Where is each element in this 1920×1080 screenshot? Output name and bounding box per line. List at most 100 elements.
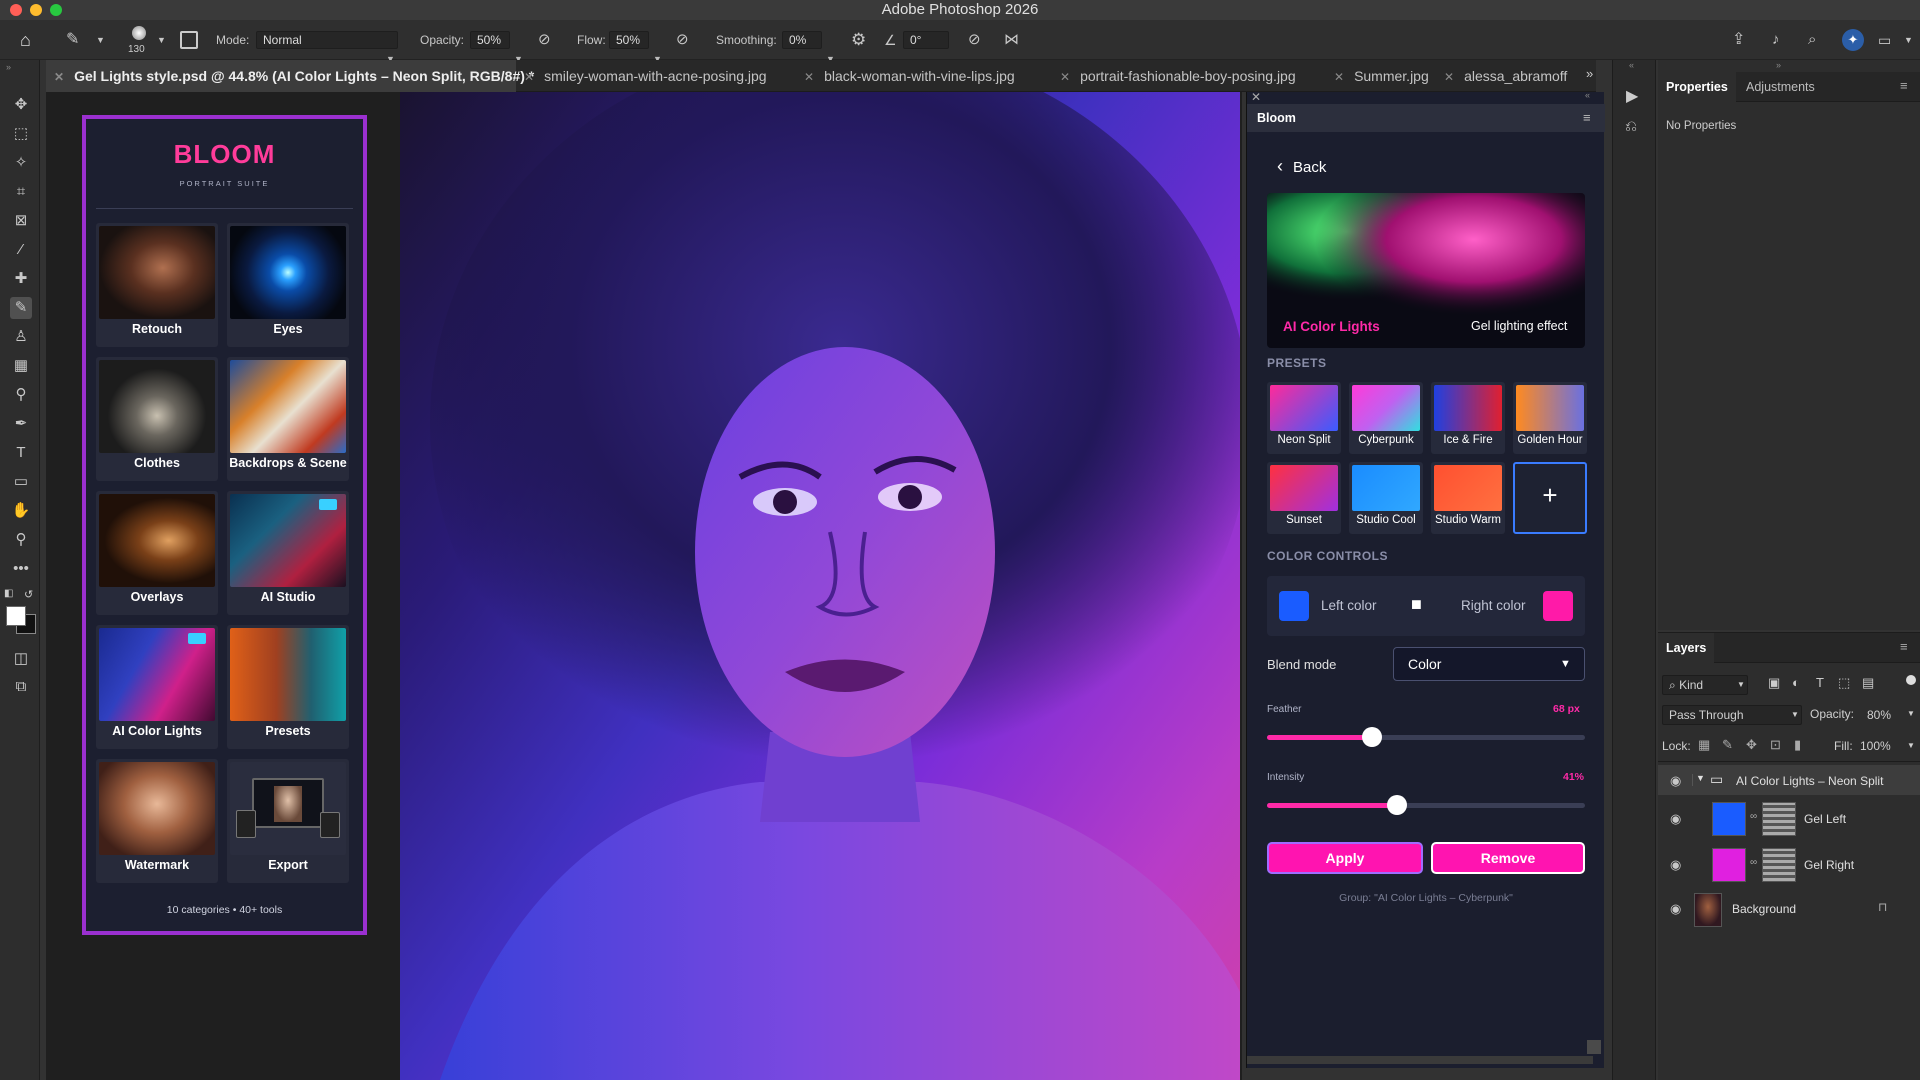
pen-tool-icon[interactable]: ✒ — [10, 413, 32, 435]
right-color-swatch[interactable] — [1543, 591, 1573, 621]
search-icon[interactable]: ⌕ — [1808, 20, 1816, 60]
smoothing-input[interactable]: 0% — [782, 31, 822, 49]
gradient-tool-icon[interactable]: ▦ — [10, 355, 32, 377]
tab-properties[interactable]: Properties — [1658, 72, 1736, 102]
canvas-image[interactable] — [400, 92, 1240, 1080]
preset-golden-hour[interactable]: Golden Hour — [1513, 382, 1587, 454]
category-card-ai-color-lights[interactable]: AI Color Lights — [96, 625, 218, 749]
opacity-input[interactable]: 50% — [470, 31, 510, 49]
pressure-size-icon[interactable]: ⊘ — [968, 20, 981, 60]
lightbulb-icon[interactable]: ✦ — [1842, 29, 1864, 51]
marquee-tool-icon[interactable]: ⬚ — [10, 123, 32, 145]
collapse-icon[interactable]: » — [6, 62, 11, 72]
feather-slider-handle[interactable] — [1362, 727, 1382, 747]
layer-filter-kind[interactable]: ⌕ Kind ▼ — [1662, 675, 1748, 695]
intensity-slider[interactable] — [1267, 795, 1585, 815]
category-card-overlays[interactable]: Overlays — [96, 491, 218, 615]
crop-tool-icon[interactable]: ⌗ — [10, 181, 32, 203]
tab-gel-lights[interactable]: ✕ Gel Lights style.psd @ 44.8% (AI Color … — [46, 60, 534, 92]
intensity-slider-handle[interactable] — [1387, 795, 1407, 815]
link-icon[interactable]: ∞ — [1750, 857, 1757, 868]
swap-colors-icon[interactable]: ↺ — [24, 588, 33, 601]
eye-icon[interactable]: ◉ — [1670, 811, 1681, 827]
eye-icon[interactable]: ◉ — [1670, 901, 1681, 917]
more-tools-icon[interactable]: ••• — [10, 558, 32, 580]
eye-icon[interactable]: ◉ — [1670, 857, 1681, 873]
layer-row-background[interactable]: ◉ Background ⊓ — [1658, 889, 1920, 933]
collapse-icon[interactable]: » — [1776, 60, 1781, 70]
filter-smart-object-icon[interactable]: ▤ — [1862, 675, 1874, 691]
category-card-backdrops[interactable]: Backdrops & Scene — [227, 357, 349, 481]
category-card-export[interactable]: Export — [227, 759, 349, 883]
resize-handle[interactable] — [1587, 1040, 1601, 1054]
pressure-opacity-icon[interactable]: ⊘ — [538, 20, 551, 60]
back-button[interactable]: ‹ Back — [1277, 156, 1326, 177]
shape-tool-icon[interactable]: ▭ — [10, 471, 32, 493]
foreground-color-swatch[interactable] — [6, 606, 26, 626]
apply-button[interactable]: Apply — [1267, 842, 1423, 874]
collapse-icon[interactable]: « — [1585, 90, 1590, 100]
category-card-retouch[interactable]: Retouch — [96, 223, 218, 347]
close-icon[interactable]: ✕ — [1060, 70, 1070, 84]
menu-icon[interactable]: ≡ — [1900, 78, 1908, 93]
category-card-clothes[interactable]: Clothes — [96, 357, 218, 481]
category-card-ai-studio[interactable]: AI Studio — [227, 491, 349, 615]
chevron-down-icon[interactable]: ▼ — [1907, 741, 1915, 750]
frame-tool-icon[interactable]: ⊠ — [10, 210, 32, 232]
menu-icon[interactable]: ≡ — [1583, 104, 1591, 132]
save-icon[interactable]: ■ — [1411, 594, 1422, 615]
move-tool-icon[interactable]: ✥ — [10, 94, 32, 116]
default-colors-icon[interactable]: ◧ — [4, 588, 13, 599]
lock-artboard-icon[interactable]: ⊡ — [1770, 737, 1781, 753]
bell-icon[interactable]: ♪ — [1772, 20, 1780, 60]
link-icon[interactable]: ∞ — [1750, 811, 1757, 822]
preset-studio-cool[interactable]: Studio Cool — [1349, 462, 1423, 534]
eyedropper-tool-icon[interactable]: ⁄ — [10, 239, 32, 261]
close-window-button[interactable] — [10, 4, 22, 16]
healing-tool-icon[interactable]: ✚ — [10, 268, 32, 290]
dodge-tool-icon[interactable]: ⚲ — [10, 384, 32, 406]
screen-mode-icon[interactable]: ⧉ — [10, 676, 32, 698]
chevron-down-icon[interactable]: ▼ — [96, 20, 105, 60]
filter-toggle[interactable] — [1906, 675, 1916, 685]
lock-position-icon[interactable]: ✥ — [1746, 737, 1757, 753]
layer-opacity-input[interactable]: 80% — [1864, 705, 1904, 725]
filter-adjustment-icon[interactable]: ◐ — [1792, 675, 1800, 690]
minimize-window-button[interactable] — [30, 4, 42, 16]
tab-summer[interactable]: ✕ Summer.jpg — [1334, 60, 1429, 92]
tab-alessa[interactable]: ✕ alessa_abramoff — [1444, 60, 1567, 92]
layer-row-gel-right[interactable]: ◉ ∞ Gel Right — [1658, 843, 1920, 887]
filter-type-icon[interactable]: T — [1816, 675, 1824, 690]
lock-all-icon[interactable]: ▮ — [1794, 737, 1801, 753]
angle-input[interactable]: 0° — [903, 31, 949, 49]
flow-input[interactable]: 50% — [609, 31, 649, 49]
preset-ice-fire[interactable]: Ice & Fire — [1431, 382, 1505, 454]
preset-studio-warm[interactable]: Studio Warm — [1431, 462, 1505, 534]
zoom-tool-icon[interactable]: ⚲ — [10, 529, 32, 551]
filter-shape-icon[interactable]: ⬚ — [1838, 675, 1850, 691]
tab-adjustments[interactable]: Adjustments — [1746, 72, 1815, 102]
zoom-window-button[interactable] — [50, 4, 62, 16]
left-color-swatch[interactable] — [1279, 591, 1309, 621]
preset-neon-split[interactable]: Neon Split — [1267, 382, 1341, 454]
brush-preset-icon[interactable] — [132, 26, 146, 40]
chevron-down-icon[interactable]: ▼ — [157, 20, 166, 60]
quick-mask-icon[interactable]: ◫ — [10, 648, 32, 670]
chevron-down-icon[interactable]: ▼ — [1907, 709, 1915, 718]
category-card-presets[interactable]: Presets — [227, 625, 349, 749]
home-icon[interactable]: ⌂ — [20, 20, 31, 60]
eye-icon[interactable]: ◉ — [1670, 773, 1681, 789]
category-card-watermark[interactable]: Watermark — [96, 759, 218, 883]
add-preset-button[interactable]: + — [1513, 462, 1587, 534]
layer-blend-mode-select[interactable]: Pass Through ▼ — [1662, 705, 1802, 725]
layer-mask-thumbnail[interactable] — [1762, 848, 1796, 882]
close-icon[interactable]: ✕ — [804, 70, 814, 84]
remove-button[interactable]: Remove — [1431, 842, 1585, 874]
layer-row-gel-left[interactable]: ◉ ∞ Gel Left — [1658, 797, 1920, 841]
tab-portrait-boy[interactable]: ✕ portrait-fashionable-boy-posing.jpg — [1060, 60, 1296, 92]
close-icon[interactable]: ✕ — [1334, 70, 1344, 84]
tab-smiley-woman[interactable]: ✕ smiley-woman-with-acne-posing.jpg — [524, 60, 767, 92]
stamp-tool-icon[interactable]: ♙ — [10, 326, 32, 348]
share-icon[interactable]: ⇪ — [1732, 20, 1745, 60]
layer-mask-thumbnail[interactable] — [1762, 802, 1796, 836]
